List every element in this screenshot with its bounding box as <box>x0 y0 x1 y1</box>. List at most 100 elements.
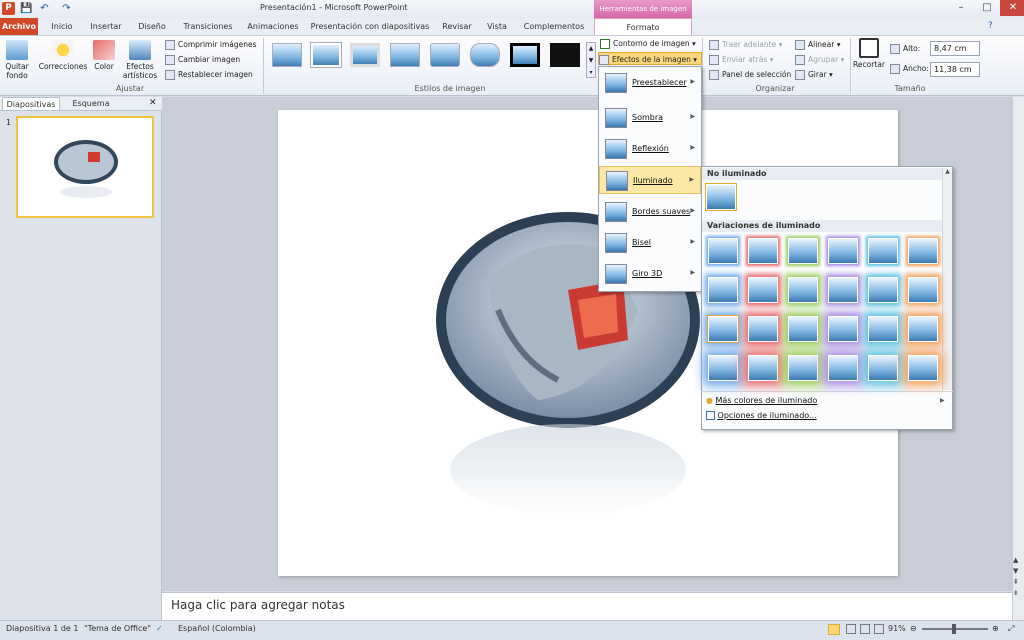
glow-variation-option[interactable] <box>708 238 738 264</box>
more-glow-colors-item[interactable]: ● Más colores de iluminado <box>706 394 817 408</box>
selection-pane-button[interactable]: Panel de selección <box>709 68 791 81</box>
image-style-8[interactable] <box>550 43 580 67</box>
artistic-effects-button[interactable]: Efectos artísticos <box>118 40 162 80</box>
glow-variation-option[interactable] <box>908 238 938 264</box>
spell-check-icon[interactable]: ✓ <box>156 624 163 633</box>
image-style-3[interactable] <box>350 43 380 67</box>
tab-animaciones[interactable]: Animaciones <box>244 18 302 35</box>
glow-variation-option[interactable] <box>748 355 778 381</box>
powerpoint-logo-icon[interactable]: P <box>2 2 15 15</box>
tab-diapositivas[interactable]: Diapositivas <box>2 97 60 111</box>
color-button[interactable]: Color <box>92 40 116 71</box>
vertical-scrollbar[interactable] <box>1012 97 1024 620</box>
tab-revisar[interactable]: Revisar <box>438 18 476 35</box>
zoom-slider-thumb[interactable] <box>952 624 956 634</box>
redo-icon[interactable]: ↷ <box>60 2 73 15</box>
group-button[interactable]: Agrupar ▾ <box>795 53 844 66</box>
notes-placeholder[interactable]: Haga clic para agregar notas <box>171 598 345 612</box>
glow-options-item[interactable]: Opciones de iluminado... <box>706 409 817 423</box>
tab-transiciones[interactable]: Transiciones <box>178 18 238 35</box>
width-input[interactable]: 11,38 cm <box>930 62 980 77</box>
height-input[interactable]: 8,47 cm <box>930 41 980 56</box>
bring-forward-button[interactable]: Traer adelante ▾ <box>709 38 782 51</box>
fit-slide-icon[interactable]: ⤢ <box>1008 624 1014 634</box>
glow-variation-option[interactable] <box>708 277 738 303</box>
image-style-6[interactable] <box>470 43 500 67</box>
glow-variation-option[interactable] <box>868 316 898 342</box>
zoom-level[interactable]: 91% <box>888 624 906 633</box>
tab-diseno[interactable]: Diseño <box>132 18 172 35</box>
maximize-icon[interactable]: □ <box>974 0 1000 16</box>
zoom-out-icon[interactable]: ⊖ <box>910 624 917 633</box>
glow-variation-option[interactable] <box>788 238 818 264</box>
compress-images-button[interactable]: Comprimir imágenes <box>165 38 257 51</box>
image-outline-button[interactable]: Contorno de imagen ▾ <box>600 37 696 50</box>
corrections-button[interactable]: Correcciones <box>38 40 88 71</box>
no-glow-option[interactable] <box>705 183 737 211</box>
tab-vista[interactable]: Vista <box>482 18 512 35</box>
menu-item-shadow[interactable]: Sombra ▶ <box>599 104 701 132</box>
help-icon[interactable]: ? <box>988 21 993 31</box>
glow-variation-option[interactable] <box>868 277 898 303</box>
image-effects-button[interactable]: Efectos de la imagen ▾ <box>598 52 703 65</box>
glow-variation-option[interactable] <box>748 316 778 342</box>
menu-item-reflection[interactable]: Reflexión ▶ <box>599 135 701 163</box>
tab-insertar[interactable]: Insertar <box>84 18 128 35</box>
reading-view-icon[interactable] <box>860 624 870 634</box>
glow-variation-option[interactable] <box>868 238 898 264</box>
glow-variation-option[interactable] <box>788 355 818 381</box>
tab-formato[interactable]: Formato <box>594 18 692 35</box>
image-style-5[interactable] <box>430 43 460 67</box>
theme-name[interactable]: "Tema de Office" <box>84 624 151 633</box>
tab-inicio[interactable]: Inicio <box>44 18 80 35</box>
menu-item-soft-edges[interactable]: Bordes suaves ▶ <box>599 198 701 226</box>
menu-item-glow[interactable]: Iluminado ▶ <box>599 166 701 194</box>
language[interactable]: Español (Colombia) <box>178 624 256 633</box>
close-icon[interactable]: ✕ <box>1000 0 1024 16</box>
remove-background-button[interactable]: Quitar fondo <box>3 40 31 80</box>
tab-complementos[interactable]: Complementos <box>518 18 590 35</box>
glow-variation-option[interactable] <box>908 277 938 303</box>
change-image-button[interactable]: Cambiar imagen <box>165 53 240 66</box>
rotate-button[interactable]: Girar ▾ <box>795 68 833 81</box>
tab-presentacion[interactable]: Presentación con diapositivas <box>308 18 432 35</box>
crop-button[interactable]: Recortar <box>852 38 886 69</box>
image-style-1[interactable] <box>272 43 302 67</box>
glow-variation-option[interactable] <box>868 355 898 381</box>
slideshow-icon[interactable] <box>874 624 884 634</box>
glow-variation-option[interactable] <box>828 316 858 342</box>
glow-variation-option[interactable] <box>908 355 938 381</box>
zoom-in-icon[interactable]: ⊕ <box>992 624 999 633</box>
normal-view-icon[interactable] <box>828 624 840 635</box>
send-backward-button[interactable]: Enviar atrás ▾ <box>709 53 773 66</box>
glow-variation-option[interactable] <box>908 316 938 342</box>
glow-variation-option[interactable] <box>828 277 858 303</box>
image-style-7[interactable] <box>510 43 540 67</box>
close-pane-icon[interactable]: ✕ <box>149 98 157 108</box>
glow-variation-option[interactable] <box>788 277 818 303</box>
image-style-4[interactable] <box>390 43 420 67</box>
glow-variation-option[interactable] <box>828 238 858 264</box>
menu-item-3d-rotation[interactable]: Giro 3D ▶ <box>599 260 701 288</box>
minimize-icon[interactable]: – <box>948 0 974 16</box>
glow-variation-option[interactable] <box>828 355 858 381</box>
glow-variation-option[interactable] <box>707 315 739 343</box>
menu-item-preset[interactable]: Preestablecer ▶ <box>599 69 701 97</box>
image-style-2[interactable] <box>310 42 342 68</box>
glow-variation-option[interactable] <box>788 316 818 342</box>
align-button[interactable]: Alinear ▾ <box>795 38 841 51</box>
submenu-scrollbar[interactable]: ▲ <box>942 168 952 390</box>
reset-image-button[interactable]: Restablecer imagen <box>165 68 253 81</box>
glow-variation-option[interactable] <box>708 355 738 381</box>
scroll-buttons[interactable]: ▲ ▼ ⇞ ⇟ <box>1013 555 1019 599</box>
glow-variation-option[interactable] <box>748 277 778 303</box>
slide-sorter-icon[interactable] <box>846 624 856 634</box>
styles-more-button[interactable]: ▲ ▼ ▾ <box>586 42 596 78</box>
undo-icon[interactable]: ↶ <box>38 2 51 15</box>
tab-archivo[interactable]: Archivo <box>0 18 38 35</box>
tab-esquema[interactable]: Esquema <box>62 97 120 111</box>
save-icon[interactable]: 💾 <box>20 2 33 15</box>
slide-thumbnail[interactable] <box>16 116 154 218</box>
glow-variation-option[interactable] <box>748 238 778 264</box>
menu-item-bevel[interactable]: Bisel ▶ <box>599 229 701 257</box>
